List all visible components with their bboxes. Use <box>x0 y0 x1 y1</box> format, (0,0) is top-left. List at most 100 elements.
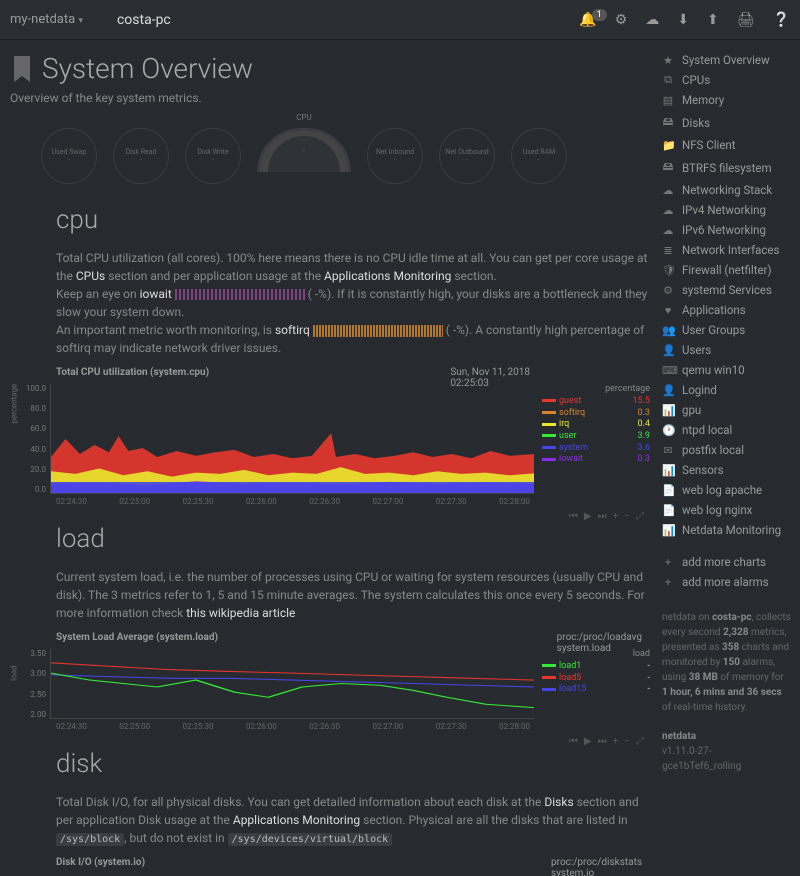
chart-source: proc:/proc/loadavg system.load <box>557 632 642 654</box>
plus-icon[interactable]: + <box>613 736 619 747</box>
sidebar-icon: ☁ <box>662 204 674 217</box>
forward-icon[interactable]: ⏭ <box>598 511 607 522</box>
sidebar-item-cpus[interactable]: ⧉CPUs <box>658 70 796 90</box>
top-icons: 🔔1 ⚙ ☁ ⬇ ⬆ 🖨 ❔ <box>579 12 790 28</box>
link-disks[interactable]: Disks <box>544 795 573 809</box>
sidebar-item-label: qemu win10 <box>682 363 745 377</box>
sidebar-item-gpu[interactable]: 📊gpu <box>658 400 796 420</box>
minus-icon[interactable]: − <box>624 736 630 747</box>
sidebar-item-memory[interactable]: ▤Memory <box>658 90 796 110</box>
print-icon[interactable]: 🖨 <box>737 12 755 28</box>
chart-load[interactable]: System Load Average (system.load) proc:/… <box>56 632 650 731</box>
cpu-desc-3: An important metric worth monitoring, is… <box>56 321 650 357</box>
chart-yaxis: percentage 100.080.060.040.020.00.0 <box>20 384 50 494</box>
sidebar-icon: 👥 <box>662 324 674 337</box>
sidebar: ★System Overview⧉CPUs▤Memory🖴Disks📁NFS C… <box>654 40 800 876</box>
plus-icon: + <box>662 576 674 589</box>
legend-row[interactable]: user3.9 <box>542 431 650 443</box>
legend-row[interactable]: system3.6 <box>542 443 650 455</box>
link-app-monitoring[interactable]: Applications Monitoring <box>324 269 451 283</box>
gauge-net-out[interactable]: Net Outbound- <box>436 125 498 187</box>
legend-row[interactable]: irq0.4 <box>542 419 650 431</box>
sidebar-item-systemd-services[interactable]: ⚙systemd Services <box>658 280 796 300</box>
chart-plot-area[interactable] <box>50 384 534 494</box>
chart-controls[interactable]: ⏮ ▶ ⏭ + − ⤢ <box>569 511 644 522</box>
chart-legend: percentage guest15.5softirq0.3irq0.4user… <box>534 384 650 494</box>
sidebar-item-ntpd-local[interactable]: 🕐ntpd local <box>658 420 796 440</box>
sidebar-item-firewall-netfilter-[interactable]: 🛡Firewall (netfilter) <box>658 260 796 280</box>
path-sys-block: /sys/block <box>56 833 124 846</box>
section-cpu: cpu Total CPU utilization (all cores). 1… <box>8 205 650 506</box>
resize-icon[interactable]: ⤢ <box>636 511 644 522</box>
gauge-cpu[interactable]: CPU- <box>254 125 354 175</box>
forward-icon[interactable]: ⏭ <box>598 736 607 747</box>
sidebar-item-sensors[interactable]: 📊Sensors <box>658 460 796 480</box>
sidebar-item-networking-stack[interactable]: ☁Networking Stack <box>658 180 796 200</box>
chart-disk[interactable]: Disk I/O (system.io) proc:/proc/diskstat… <box>56 857 650 868</box>
legend-row[interactable]: load1- <box>542 661 650 673</box>
sidebar-item-nfs-client[interactable]: 📁NFS Client <box>658 135 796 155</box>
rewind-icon[interactable]: ⏮ <box>569 736 578 747</box>
plus-icon: + <box>662 556 674 569</box>
sidebar-item-ipv4-networking[interactable]: ☁ IPv4 Networking <box>658 200 796 220</box>
sidebar-icon: ▤ <box>662 94 674 107</box>
sidebar-item-label: NFS Client <box>682 138 736 152</box>
sidebar-item-web-log-nginx[interactable]: 📄web log nginx <box>658 500 796 520</box>
minus-icon[interactable]: − <box>624 511 630 522</box>
section-disk: disk Total Disk I/O, for all physical di… <box>8 749 650 868</box>
legend-row[interactable]: softirq0.3 <box>542 408 650 420</box>
sidebar-item-label: User Groups <box>682 323 745 337</box>
sidebar-item-qemu-win10[interactable]: ⌨qemu win10 <box>658 360 796 380</box>
sidebar-item-netdata-monitoring[interactable]: 📊Netdata Monitoring <box>658 520 796 540</box>
chart-controls[interactable]: ⏮ ▶ ⏭ + − ⤢ <box>569 736 644 747</box>
settings-icon[interactable]: ⚙ <box>615 12 628 28</box>
gauge-disk-write[interactable]: Disk Write- <box>182 125 244 187</box>
sidebar-item-applications[interactable]: ♥Applications <box>658 300 796 320</box>
sidebar-item-network-interfaces[interactable]: ≣Network Interfaces <box>658 240 796 260</box>
sidebar-item-label: IPv4 Networking <box>682 203 766 217</box>
sidebar-item-label: Logind <box>682 383 717 397</box>
disk-desc: Total Disk I/O, for all physical disks. … <box>56 793 650 847</box>
sidebar-icon: 🕐 <box>662 424 674 437</box>
rewind-icon[interactable]: ⏮ <box>569 511 578 522</box>
play-icon[interactable]: ▶ <box>584 736 592 747</box>
resize-icon[interactable]: ⤢ <box>636 736 644 747</box>
sidebar-item-ipv6-networking[interactable]: ☁IPv6 Networking <box>658 220 796 240</box>
sidebar-item-logind[interactable]: 👤Logind <box>658 380 796 400</box>
legend-row[interactable]: guest15.5 <box>542 396 650 408</box>
sidebar-icon: 📊 <box>662 524 674 537</box>
legend-row[interactable]: iowait0.3 <box>542 454 650 466</box>
sidebar-item-users[interactable]: 👤Users <box>658 340 796 360</box>
alarm-badge: 1 <box>592 9 607 21</box>
link-cpus[interactable]: CPUs <box>76 269 105 283</box>
sidebar-item-postfix-local[interactable]: ✉postfix local <box>658 440 796 460</box>
play-icon[interactable]: ▶ <box>584 511 592 522</box>
gauge-net-in[interactable]: Net Inbound- <box>364 125 426 187</box>
gauge-used-ram[interactable]: Used RAM- <box>508 125 570 187</box>
sidebar-item-btrfs-filesystem[interactable]: 🖴BTRFS filesystem <box>658 155 796 180</box>
hostname: costa-pc <box>117 12 171 28</box>
chart-plot-area[interactable] <box>50 649 534 719</box>
sidebar-item-web-log-apache[interactable]: 📄web log apache <box>658 480 796 500</box>
chart-cpu[interactable]: Total CPU utilization (system.cpu) Sun, … <box>56 367 650 506</box>
sidebar-item-user-groups[interactable]: 👥 User Groups <box>658 320 796 340</box>
gauge-used-swap[interactable]: Used Swap- <box>38 125 100 187</box>
alarms-icon[interactable]: 🔔1 <box>579 12 596 28</box>
add-alarms-button[interactable]: + add more alarms <box>658 572 796 592</box>
add-charts-button[interactable]: + add more charts <box>658 552 796 572</box>
upload-icon[interactable]: ⬆ <box>707 12 719 28</box>
help-icon[interactable]: ❔ <box>773 12 790 28</box>
legend-row[interactable]: load5- <box>542 673 650 685</box>
legend-row[interactable]: load15- <box>542 684 650 696</box>
sidebar-item-system-overview[interactable]: ★System Overview <box>658 50 796 70</box>
plus-icon[interactable]: + <box>613 511 619 522</box>
download-icon[interactable]: ⬇ <box>677 12 689 28</box>
sidebar-item-label: BTRFS filesystem <box>682 161 772 175</box>
brand-dropdown[interactable]: my-netdata ▾ <box>10 12 87 27</box>
link-wikipedia[interactable]: this wikipedia article <box>186 606 295 620</box>
link-app-monitoring-2[interactable]: Applications Monitoring <box>233 813 360 827</box>
sidebar-icon: ♥ <box>662 304 674 317</box>
sidebar-item-disks[interactable]: 🖴Disks <box>658 110 796 135</box>
cloud-icon[interactable]: ☁ <box>645 12 659 28</box>
gauge-disk-read[interactable]: Disk Read- <box>110 125 172 187</box>
